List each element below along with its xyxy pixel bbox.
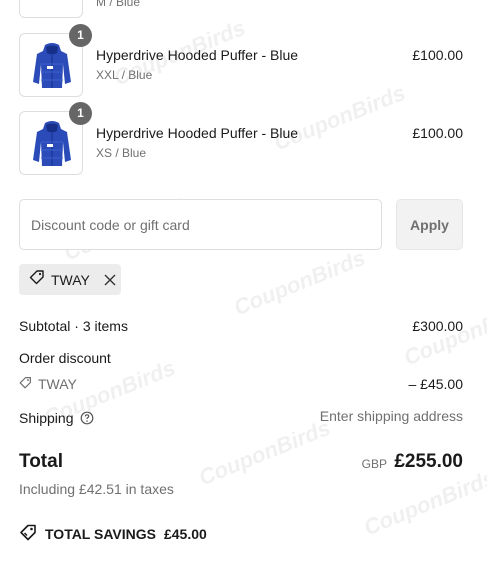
total-value: £255.00	[394, 451, 463, 472]
shipping-row: Shipping Enter shipping address	[19, 408, 463, 428]
product-thumbnail: 1	[19, 24, 92, 97]
order-discount-label: Order discount	[19, 350, 111, 366]
cart-item: 1 Hyperdrive Hooded Puffer - Blue XXL / …	[19, 24, 463, 97]
subtotal-label: Subtotal · 3 items	[19, 318, 128, 334]
discount-code-label: TWAY	[51, 271, 90, 288]
quantity-badge: 1	[69, 24, 92, 47]
watermark: CouponBirds	[230, 244, 369, 321]
discount-code-row: TWAY – £45.00	[19, 376, 463, 392]
item-price: £100.00	[412, 47, 463, 63]
close-icon[interactable]	[104, 274, 116, 286]
watermark: CouponBirds	[360, 464, 487, 541]
discount-code-input[interactable]	[19, 199, 382, 250]
product-thumbnail: 1	[19, 102, 92, 175]
cart-item: 1 Hyperdrive Hooded Puffer - Blue XS / B…	[19, 102, 463, 175]
item-name: Hyperdrive Hooded Puffer - Blue	[96, 125, 299, 141]
item-name: Hyperdrive Hooded Puffer - Blue	[96, 47, 299, 63]
shipping-value: Enter shipping address	[319, 408, 463, 424]
product-thumbnail	[19, 0, 83, 18]
item-variant: M / Blue	[96, 0, 141, 9]
item-variant: XXL / Blue	[96, 68, 153, 82]
currency-code: GBP	[361, 457, 387, 471]
subtotal-value: £300.00	[412, 318, 463, 334]
item-variant: XS / Blue	[96, 146, 147, 160]
puffer-jacket-image	[33, 121, 71, 166]
discount-code-text: TWAY	[38, 376, 77, 392]
puffer-jacket-image	[33, 43, 71, 88]
tag-icon	[29, 269, 45, 290]
apply-discount-button[interactable]: Apply	[396, 199, 463, 250]
savings-label: TOTAL SAVINGS	[45, 525, 156, 542]
subtotal-row: Subtotal · 3 items £300.00	[19, 318, 463, 334]
savings-tag-icon	[19, 523, 37, 544]
applied-discount-chip: TWAY	[19, 264, 121, 295]
help-circle-icon[interactable]	[80, 408, 94, 428]
tag-icon	[19, 376, 32, 392]
total-label: Total	[19, 451, 63, 472]
discount-value: – £45.00	[408, 376, 464, 392]
order-discount-row: Order discount	[19, 350, 463, 366]
total-savings: TOTAL SAVINGS £45.00	[19, 523, 207, 544]
item-price: £100.00	[412, 125, 463, 141]
savings-value: £45.00	[163, 525, 207, 542]
tax-note: Including £42.51 in taxes	[19, 481, 174, 497]
quantity-badge: 1	[69, 102, 92, 125]
shipping-label: Shipping	[19, 410, 74, 426]
